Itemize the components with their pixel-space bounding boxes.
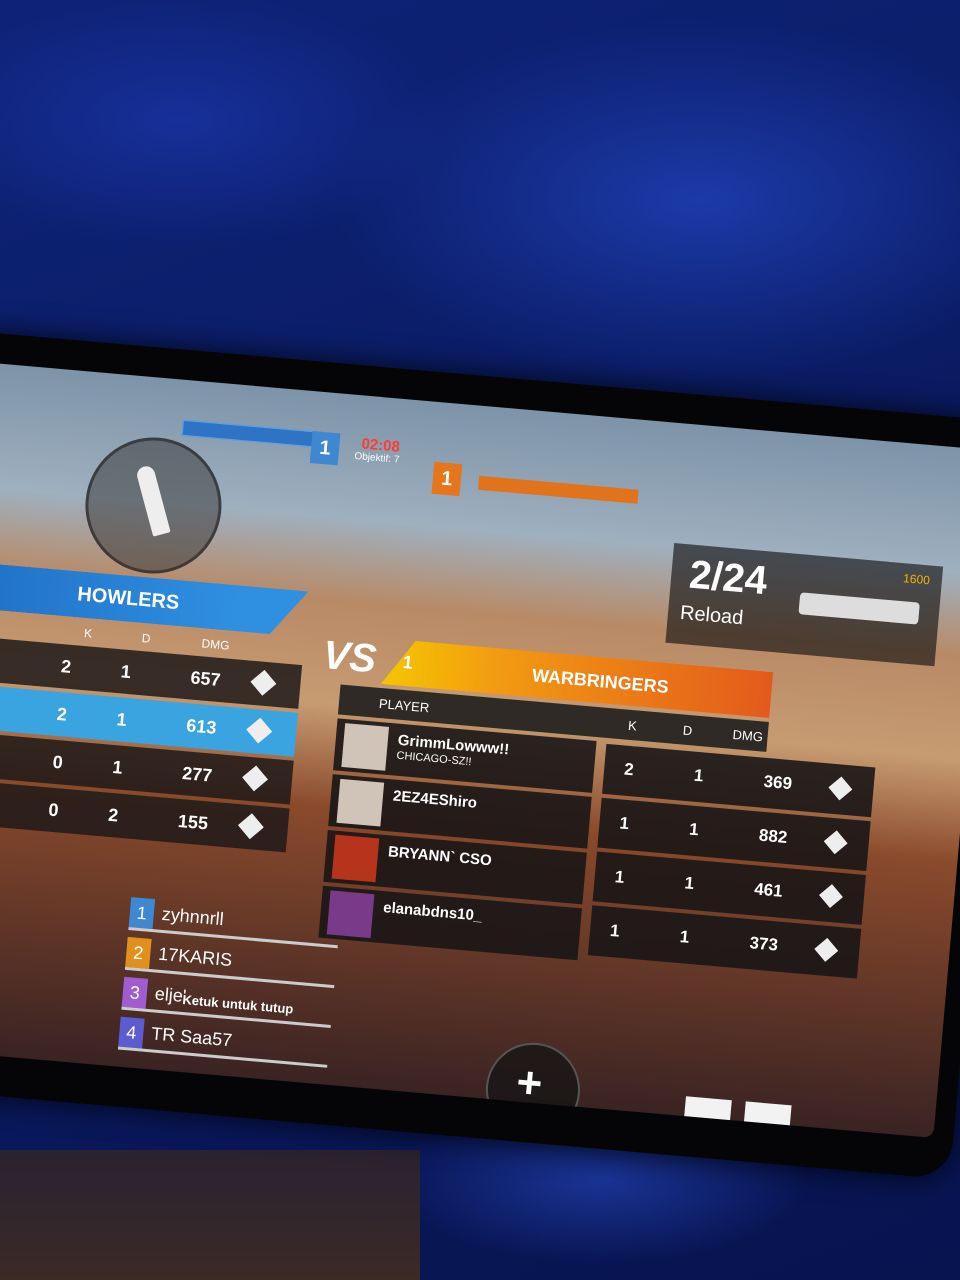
ranking-name: zyhnnrll <box>161 903 225 930</box>
left-col-dmg: DMG <box>201 636 231 653</box>
left-col-k: K <box>83 625 93 641</box>
damage: 882 <box>758 825 789 847</box>
right-team-banner-score: 1 <box>401 651 414 673</box>
col-k: K <box>627 717 638 734</box>
right-team-score: 1 <box>431 461 463 497</box>
vs-label: VS <box>321 632 379 682</box>
rank-number: 2 <box>125 936 152 969</box>
kills: 2 <box>623 759 635 780</box>
kills: 1 <box>614 867 626 887</box>
rank-number: 4 <box>118 1016 145 1049</box>
player-name: BRYANN` CSO <box>387 843 493 870</box>
col-d: D <box>682 722 693 739</box>
coin-counter: 1600 <box>902 571 931 588</box>
col-dmg: DMG <box>732 726 764 745</box>
kills: 0 <box>47 799 60 821</box>
player-name: elanabdns10_ <box>382 899 483 925</box>
rank-icon <box>818 883 844 909</box>
background-floor <box>0 1150 420 1280</box>
deaths: 1 <box>119 661 132 683</box>
deaths: 1 <box>679 927 691 947</box>
avatar <box>331 834 380 883</box>
rank-icon <box>249 669 277 697</box>
damage: 373 <box>748 933 779 955</box>
phone-body: 1 02:08 Objektif: 7 1 2/24 Reload 1600 H… <box>0 330 960 1180</box>
col-player: PLAYER <box>378 695 430 716</box>
kills: 1 <box>609 920 621 941</box>
avatar <box>341 723 390 771</box>
avatar <box>336 778 385 827</box>
damage: 155 <box>177 810 209 834</box>
right-team-name: WARBRINGERS <box>531 665 670 698</box>
damage: 461 <box>753 879 784 901</box>
deaths: 1 <box>688 819 700 840</box>
deaths: 1 <box>693 765 705 786</box>
rank-number: 3 <box>121 976 149 1009</box>
damage: 613 <box>185 715 218 738</box>
damage: 369 <box>762 771 793 794</box>
medkit-button-icon[interactable] <box>482 1038 584 1138</box>
deaths: 1 <box>111 756 124 778</box>
rank-icon <box>827 775 853 801</box>
left-team-name: HOWLERS <box>76 583 181 615</box>
left-col-d: D <box>141 631 152 646</box>
rank-icon <box>237 812 265 840</box>
ranking-name: 17KARIS <box>157 943 234 971</box>
shotgun-icon <box>798 592 920 625</box>
rank-number: 1 <box>128 897 156 930</box>
fire-button-bullet-icon[interactable] <box>79 431 228 580</box>
game-screen: 1 02:08 Objektif: 7 1 2/24 Reload 1600 H… <box>0 362 960 1138</box>
deaths: 1 <box>683 873 695 894</box>
left-team-health-bar <box>181 419 325 449</box>
kills: 0 <box>51 751 64 773</box>
damage: 277 <box>181 763 214 786</box>
ammo-count: 2/24 <box>687 552 769 604</box>
rank-icon <box>245 717 273 745</box>
teammate-icon[interactable] <box>681 1096 732 1138</box>
damage: 657 <box>189 667 222 691</box>
rank-icon <box>823 829 849 855</box>
kills: 1 <box>618 813 630 834</box>
rank-icon <box>241 764 269 792</box>
rank-icon <box>813 937 839 963</box>
ranking-name: TR Saa57 <box>150 1023 234 1051</box>
kills: 2 <box>60 656 72 677</box>
right-team-health-bar <box>478 475 639 504</box>
deaths: 2 <box>107 804 120 826</box>
left-team-score: 1 <box>309 431 341 466</box>
player-name: 2EZ4EShiro <box>392 787 478 812</box>
deaths: 1 <box>115 709 128 730</box>
warning-icon[interactable] <box>741 1101 792 1138</box>
kill-ranking-list: 1 zyhnnrll 2 17KARIS 3 elje' 4 TR Saa57 <box>117 897 360 1076</box>
kills: 2 <box>56 703 68 725</box>
